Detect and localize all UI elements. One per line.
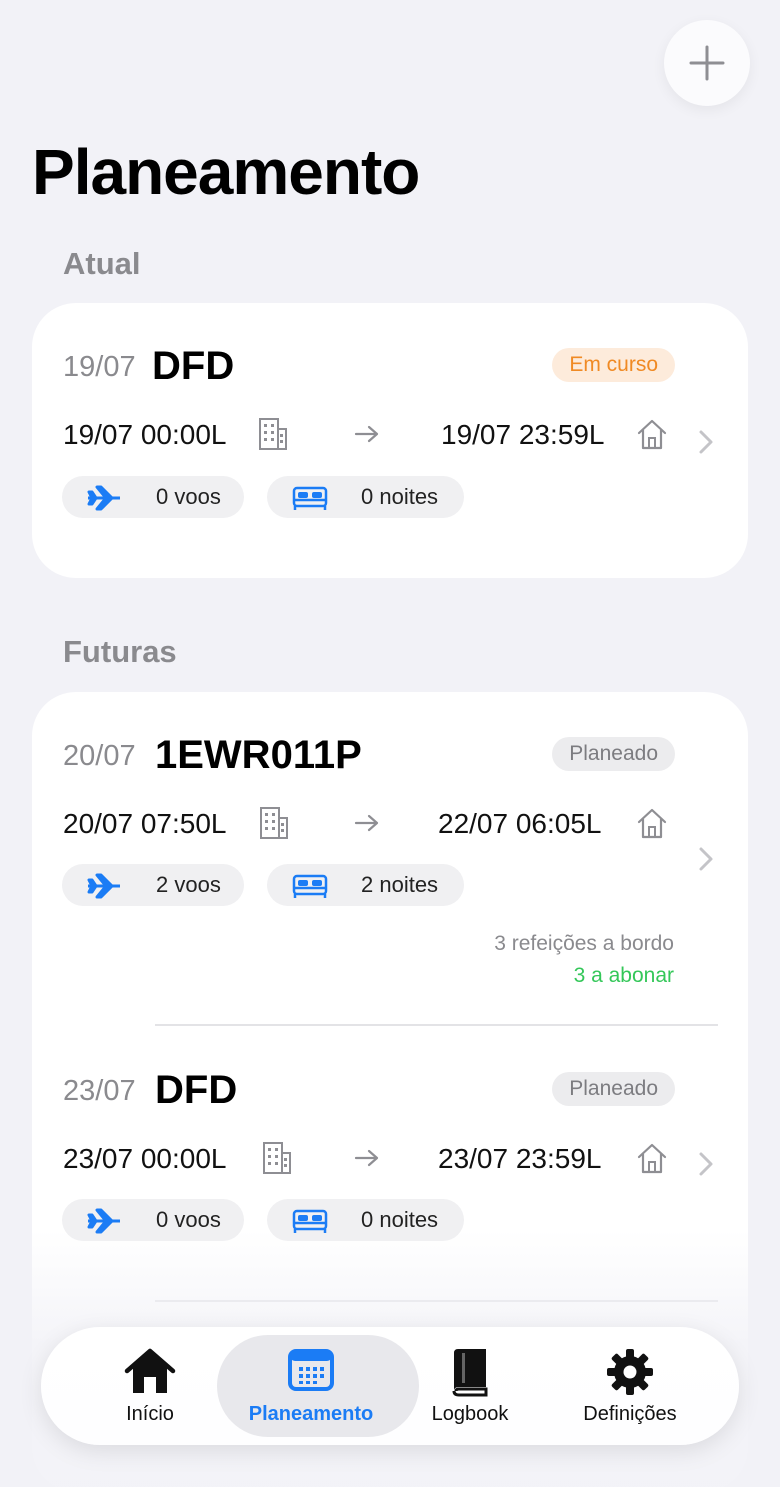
- nights-count: 0 noites: [361, 484, 439, 509]
- book-icon: [452, 1349, 488, 1397]
- calendar-icon: [288, 1349, 334, 1391]
- nights-pill: 0 noites: [267, 476, 464, 518]
- tab-label: Definições: [583, 1403, 677, 1425]
- trip-date: 23/07: [63, 1075, 136, 1107]
- flights-pill: 0 voos: [62, 476, 244, 518]
- meals-claim: 3 a abonar: [573, 964, 674, 987]
- trip-start-time: 20/07 07:50L: [63, 808, 227, 839]
- tab-bar: Início Planeamento Logbook Definições: [41, 1327, 739, 1445]
- chevron-right-icon: [699, 847, 713, 871]
- trip-date: 19/07: [63, 351, 136, 383]
- trip-code: DFD: [155, 1068, 238, 1112]
- building-icon: [263, 1142, 291, 1174]
- airplane-icon: [87, 873, 120, 899]
- trip-end-time: 19/07 23:59L: [441, 419, 605, 450]
- house-icon: [637, 1143, 667, 1174]
- trip-date: 20/07: [63, 740, 136, 772]
- chevron-right-icon: [699, 430, 713, 454]
- tab-definicoes[interactable]: Definições: [545, 1327, 715, 1445]
- trip-start-time: 19/07 00:00L: [63, 419, 227, 450]
- arrow-right-icon: [354, 425, 379, 443]
- current-trip-card: 19/07 DFD Em curso 19/07 00:00L 19/07 23…: [32, 303, 748, 578]
- tab-inicio[interactable]: Início: [65, 1327, 235, 1445]
- arrow-right-icon: [354, 1149, 379, 1167]
- status-badge: Planeado: [552, 1072, 675, 1106]
- gear-icon: [607, 1349, 653, 1395]
- section-label-current: Atual: [63, 246, 141, 281]
- page-title: Planeamento: [32, 136, 420, 208]
- tab-label: Início: [126, 1403, 174, 1425]
- trip-item-current[interactable]: 19/07 DFD Em curso 19/07 00:00L 19/07 23…: [32, 303, 748, 603]
- nights-count: 2 noites: [361, 872, 439, 897]
- section-label-future: Futuras: [63, 634, 177, 669]
- flights-count: 2 voos: [156, 872, 221, 897]
- trip-code: DFD: [152, 344, 235, 388]
- plus-icon: [689, 45, 725, 81]
- chevron-right-icon: [699, 1152, 713, 1176]
- flights-count: 0 voos: [156, 484, 221, 509]
- nights-pill: 2 noites: [267, 864, 464, 906]
- trip-item-future-1[interactable]: 20/07 1EWR011P Planeado 20/07 07:50L 22/…: [32, 692, 748, 992]
- trip-start-time: 23/07 00:00L: [63, 1143, 227, 1174]
- trip-code: 1EWR011P: [155, 733, 362, 777]
- status-badge: Planeado: [552, 737, 675, 771]
- status-badge: Em curso: [552, 348, 675, 382]
- house-icon: [637, 808, 667, 839]
- trip-end-time: 22/07 06:05L: [438, 808, 602, 839]
- home-icon: [124, 1348, 176, 1393]
- building-icon: [259, 418, 287, 450]
- house-icon: [637, 419, 667, 450]
- arrow-right-icon: [354, 814, 379, 832]
- tab-planeamento[interactable]: Planeamento: [217, 1327, 419, 1445]
- bed-icon: [292, 874, 328, 898]
- divider: [155, 1024, 718, 1026]
- tab-label: Logbook: [431, 1403, 509, 1425]
- bed-icon: [292, 486, 328, 510]
- airplane-icon: [87, 485, 120, 511]
- meals-info: 3 refeições a bordo 3 a abonar: [494, 932, 674, 988]
- flights-pill: 2 voos: [62, 864, 244, 906]
- tab-label: Planeamento: [248, 1403, 374, 1425]
- tab-logbook[interactable]: Logbook: [385, 1327, 555, 1445]
- trip-end-time: 23/07 23:59L: [438, 1143, 602, 1174]
- meals-count: 3 refeições a bordo: [494, 932, 674, 955]
- add-button[interactable]: [664, 20, 750, 106]
- building-icon: [260, 807, 288, 839]
